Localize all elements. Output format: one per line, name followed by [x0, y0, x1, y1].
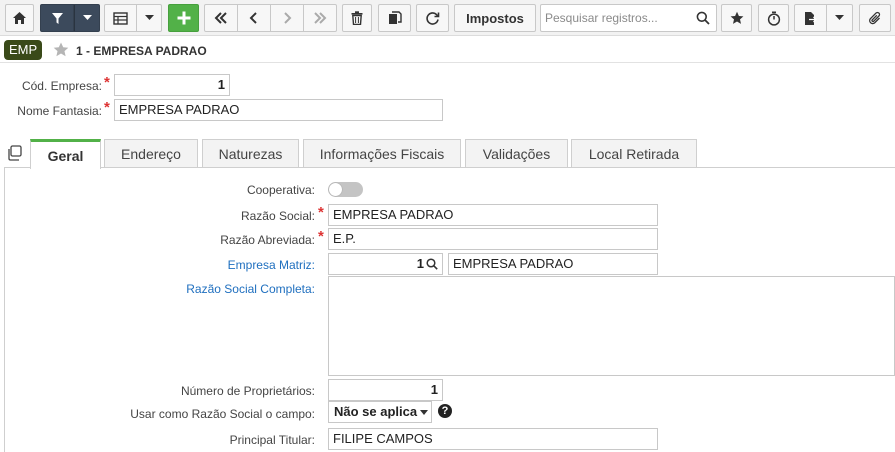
cod-empresa-field[interactable]: 1: [114, 74, 230, 96]
impostos-button-label: Impostos: [466, 10, 524, 26]
add-button[interactable]: [168, 4, 199, 32]
razao-social-label: Razão Social:: [240, 209, 315, 223]
required-marker: *: [104, 99, 110, 116]
tab-naturezas[interactable]: Naturezas: [202, 139, 299, 168]
home-icon: [13, 12, 26, 24]
chevron-left-icon: [249, 12, 257, 24]
record-header: EMP 1 - EMPRESA PADRAO: [0, 36, 895, 63]
first-record-button[interactable]: [204, 4, 238, 32]
razao-abreviada-field[interactable]: E.P.: [328, 228, 658, 250]
caret-down-icon: [835, 15, 844, 20]
trash-icon: [351, 11, 363, 25]
cooperativa-toggle[interactable]: [328, 182, 363, 197]
layers-icon[interactable]: [7, 145, 23, 161]
help-icon[interactable]: ?: [438, 404, 452, 418]
razao-abreviada-label: Razão Abreviada:: [220, 233, 315, 247]
razao-social-completa-label[interactable]: Razão Social Completa:: [186, 282, 315, 296]
favorite-button[interactable]: [721, 4, 752, 32]
numero-proprietarios-field[interactable]: 1: [328, 379, 443, 401]
export-dropdown-button[interactable]: [827, 4, 853, 32]
filter-icon: [51, 12, 63, 24]
empresa-matriz-code: 1: [416, 256, 424, 271]
filter-button[interactable]: [40, 4, 74, 32]
entity-badge: EMP: [4, 40, 43, 60]
caret-down-icon: [144, 15, 154, 20]
razao-social-field[interactable]: EMPRESA PADRAO: [328, 204, 658, 226]
nome-fantasia-label: Nome Fantasia:: [17, 104, 102, 118]
principal-titular-label: Principal Titular:: [229, 433, 315, 447]
razao-social-completa-textarea[interactable]: [328, 276, 895, 376]
usar-como-value: Não se aplica: [334, 404, 418, 419]
previous-record-button[interactable]: [238, 4, 271, 32]
table-icon: [113, 11, 128, 25]
search-icon[interactable]: [426, 258, 438, 270]
double-chevron-left-icon: [214, 12, 227, 24]
timer-button[interactable]: [758, 4, 789, 32]
plus-icon: [177, 11, 190, 25]
star-icon: [730, 11, 743, 24]
panel-border: [4, 167, 5, 452]
required-marker: *: [318, 204, 324, 221]
refresh-icon: [426, 11, 440, 25]
toolbar: Impostos: [0, 0, 895, 36]
double-chevron-right-icon: [314, 12, 327, 24]
paperclip-icon: [869, 11, 881, 24]
filter-dropdown-button[interactable]: [74, 4, 100, 32]
cod-empresa-label: Cód. Empresa:: [21, 79, 102, 93]
impostos-button[interactable]: Impostos: [454, 4, 536, 32]
tab-endereco[interactable]: Endereço: [104, 139, 198, 168]
usar-como-label: Usar como Razão Social o campo:: [130, 407, 315, 421]
next-record-button[interactable]: [271, 4, 304, 32]
tab-informacoes-fiscais[interactable]: Informações Fiscais: [303, 139, 461, 168]
principal-titular-field[interactable]: FILIPE CAMPOS: [328, 428, 658, 450]
file-export-icon: [805, 11, 817, 25]
tab-local-retirada[interactable]: Local Retirada: [571, 139, 697, 168]
export-button[interactable]: [794, 4, 827, 32]
numero-proprietarios-label: Número de Proprietários:: [180, 384, 315, 398]
required-marker: *: [318, 228, 324, 245]
tab-validacoes[interactable]: Validações: [465, 139, 568, 168]
required-marker: *: [104, 74, 110, 91]
star-icon[interactable]: [53, 42, 69, 57]
grid-view-dropdown-button[interactable]: [137, 4, 162, 32]
attachment-button[interactable]: [859, 4, 891, 32]
tab-geral[interactable]: Geral: [30, 139, 101, 169]
grid-view-button[interactable]: [104, 4, 137, 32]
search-input[interactable]: [541, 5, 691, 31]
search-icon[interactable]: [696, 11, 710, 25]
empresa-matriz-name-field: EMPRESA PADRAO: [448, 253, 658, 275]
tab-divider: [4, 167, 895, 168]
nome-fantasia-field[interactable]: EMPRESA PADRAO: [114, 99, 443, 121]
delete-button[interactable]: [342, 4, 372, 32]
chevron-right-icon: [284, 12, 292, 24]
record-title: 1 - EMPRESA PADRAO: [76, 44, 207, 58]
caret-down-icon: [420, 410, 428, 415]
cooperativa-label: Cooperativa:: [246, 183, 315, 197]
last-record-button[interactable]: [304, 4, 337, 32]
home-button[interactable]: [5, 4, 34, 32]
toggle-knob: [329, 183, 342, 196]
refresh-button[interactable]: [416, 4, 449, 32]
duplicate-button[interactable]: [378, 4, 411, 32]
empresa-matriz-code-field[interactable]: 1: [328, 253, 443, 275]
stopwatch-icon: [767, 11, 780, 26]
caret-down-icon: [82, 15, 92, 20]
copy-icon: [388, 11, 402, 24]
search-box[interactable]: [540, 4, 717, 32]
usar-como-select[interactable]: Não se aplica: [328, 401, 432, 423]
empresa-matriz-label[interactable]: Empresa Matriz:: [228, 258, 315, 272]
